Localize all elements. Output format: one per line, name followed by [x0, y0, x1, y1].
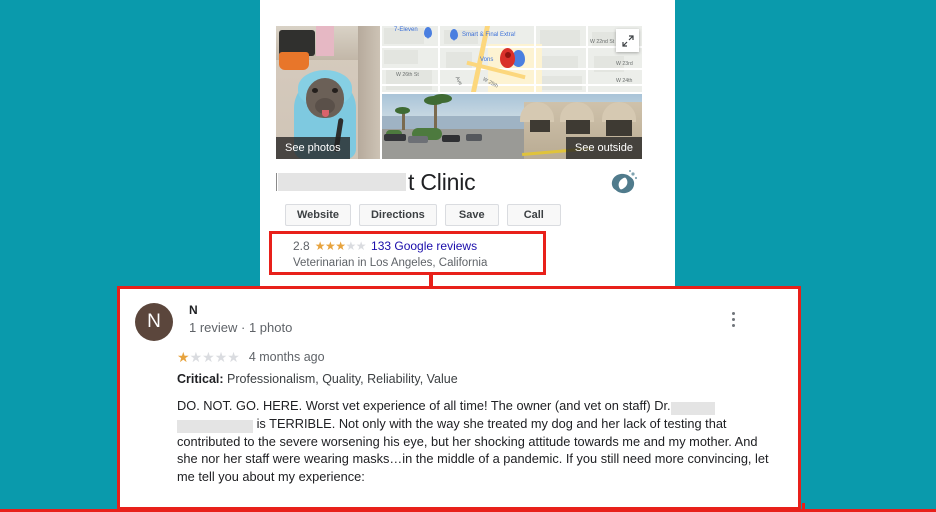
rating-stars: ★ ★ ★ ★ ★ [314, 239, 367, 253]
star: ★ [189, 349, 203, 365]
building-window-1 [606, 120, 632, 136]
save-button[interactable]: Save [444, 204, 499, 226]
map-label-w26th: W 26th St [396, 72, 419, 78]
star: ★ [324, 239, 336, 253]
review-body-part1: DO. NOT. GO. HERE. Worst vet experience … [177, 398, 671, 413]
expand-icon[interactable] [616, 29, 639, 52]
review-critical-line: Critical: Professionalism, Quality, Reli… [177, 372, 458, 386]
directions-button[interactable]: Directions [358, 204, 437, 226]
see-outside-caption[interactable]: See outside [565, 137, 642, 159]
review-body: DO. NOT. GO. HERE. Worst vet experience … [177, 397, 769, 486]
rating-highlight-box: 2.8 ★ ★ ★ ★ ★ 133 Google reviews Veterinaria… [269, 231, 546, 275]
dog-eye-left [312, 88, 318, 93]
reviewer-name: N [189, 303, 198, 317]
redacted-vet-name-2 [177, 419, 253, 433]
seven-eleven-pin [424, 27, 432, 39]
star: ★ [177, 349, 190, 365]
photo-doorframe [358, 26, 380, 159]
map-poi-seven-eleven: 7-Eleven [394, 27, 418, 33]
action-buttons: Website Directions Save Call [285, 204, 561, 226]
building-window-3 [530, 120, 550, 132]
review-age: 4 months ago [248, 350, 325, 364]
star: ★ [355, 239, 367, 253]
star: ★ [335, 239, 346, 253]
business-name-suffix: t Clinic [408, 168, 476, 195]
dog-tongue [322, 110, 329, 117]
review-rating-row: ★ ★ ★ ★ ★ 4 months ago [177, 350, 325, 364]
business-photo-tile[interactable]: See photos [276, 26, 380, 159]
review-stars: ★ ★ ★ ★ ★ [177, 350, 240, 364]
review-count-link[interactable]: 133 Google reviews [371, 239, 477, 253]
palm-frond-2 [432, 94, 452, 103]
menu-dot [731, 323, 735, 327]
title-row: t Clinic [276, 165, 642, 201]
redacted-business-name [278, 173, 406, 191]
parked-car-2 [408, 136, 428, 143]
building-window-2 [566, 120, 590, 134]
menu-dot [731, 317, 735, 321]
star: ★ [214, 349, 228, 365]
media-strip: See photos 7-Eleven Smart & Final Extra!… [276, 26, 642, 159]
review-card: N N 1 review · 1 photo ★ ★ ★ ★ ★ 4 months ag… [117, 286, 801, 510]
dog-eye-right [332, 88, 338, 93]
palm-frond-3 [395, 107, 410, 114]
map-poi-smart-final: Smart & Final Extra! [462, 32, 516, 38]
star: ★ [202, 349, 215, 365]
map-label-w22nd: W 22nd St [590, 39, 615, 45]
page-title: t Clinic [276, 165, 642, 199]
rating-row: 2.8 ★ ★ ★ ★ ★ 133 Google reviews [293, 239, 477, 253]
dolphin-logo-icon [603, 163, 643, 203]
redacted-vet-name-1 [670, 402, 715, 416]
photo-person-legs [316, 26, 334, 56]
map-poi-vons: Vons [480, 57, 494, 63]
parked-car-4 [466, 134, 482, 141]
business-location-pin [500, 48, 515, 68]
review-body-part2: is TERRIBLE. Not only with the way she t… [177, 415, 769, 485]
critical-label: Critical: [177, 372, 224, 386]
page-edge-tick [802, 503, 805, 512]
street-view-tile[interactable]: See outside [382, 94, 642, 159]
title-caret [276, 173, 277, 191]
avatar: N [135, 303, 173, 341]
reviewer-meta: 1 review · 1 photo [189, 320, 293, 335]
star: ★ [314, 239, 326, 253]
parked-car-3 [442, 135, 460, 142]
map-canvas: 7-Eleven Smart & Final Extra! Vons 7-Ele… [382, 26, 642, 92]
review-header: N N 1 review · 1 photo [135, 303, 292, 341]
map-label-w23rd: W 23rd [616, 61, 633, 67]
parked-car-1 [384, 134, 406, 141]
map-label-w24th: W 24th [616, 78, 633, 84]
star: ★ [227, 349, 240, 365]
star: ★ [345, 239, 356, 253]
call-button[interactable]: Call [506, 204, 561, 226]
website-button[interactable]: Website [285, 204, 351, 226]
smart-final-pin [450, 29, 458, 41]
see-photos-caption[interactable]: See photos [276, 137, 350, 159]
photo-bucket [279, 52, 309, 70]
critical-tags: Professionalism, Quality, Reliability, V… [227, 372, 458, 386]
menu-dot [731, 311, 735, 315]
map-tile[interactable]: 7-Eleven Smart & Final Extra! Vons 7-Ele… [382, 26, 642, 92]
rating-score: 2.8 [293, 239, 310, 253]
more-vertical-icon[interactable] [725, 309, 741, 329]
business-category: Veterinarian in Los Angeles, California [293, 257, 488, 269]
